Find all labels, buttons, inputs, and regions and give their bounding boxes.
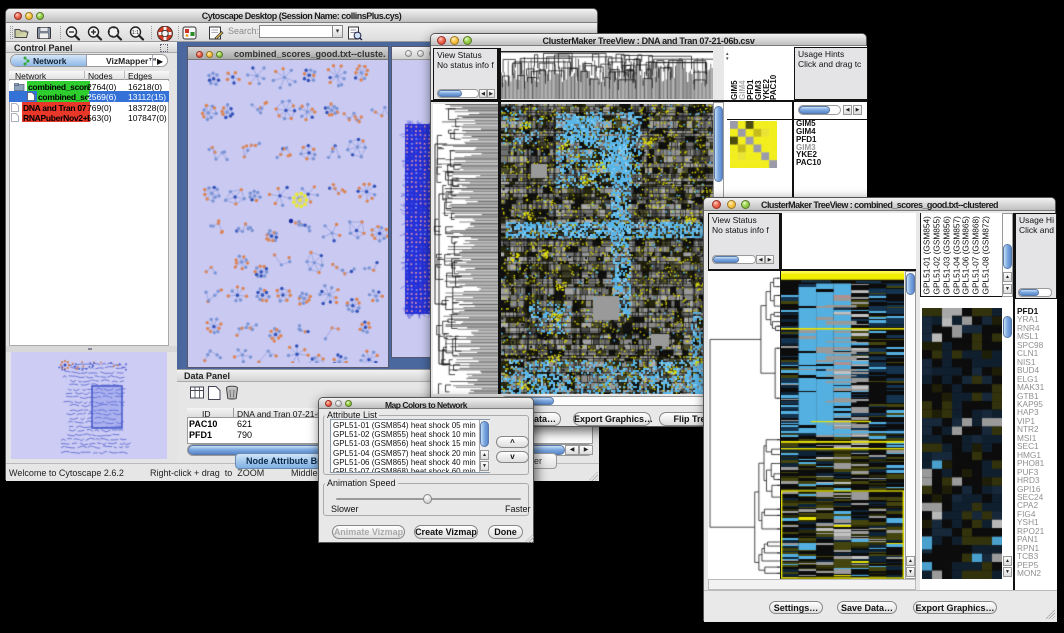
svg-text:1:1: 1:1 [132,30,139,36]
